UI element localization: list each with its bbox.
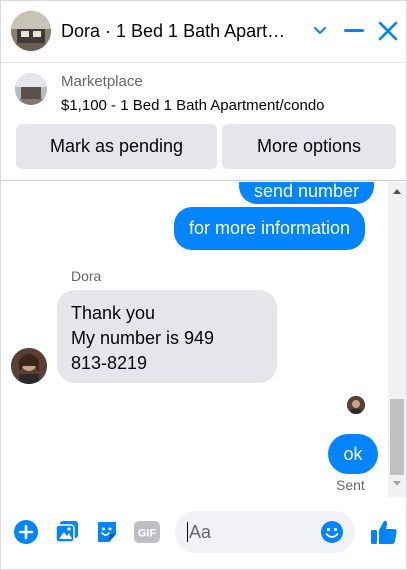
photo-icon[interactable] — [54, 519, 80, 545]
chevron-down-icon[interactable] — [306, 17, 334, 45]
message-line: 813-8219 — [71, 353, 148, 373]
message-status: Sent — [336, 477, 365, 493]
sender-name: Dora — [71, 268, 102, 284]
minimize-icon[interactable] — [340, 17, 368, 45]
outgoing-message[interactable]: send number — [239, 182, 375, 204]
message-thread: send number for more information Dora Th… — [1, 182, 406, 497]
message-input-placeholder: Aa — [187, 522, 212, 542]
plus-circle-icon[interactable] — [13, 519, 39, 545]
message-input[interactable]: Aa — [175, 511, 355, 553]
composer: GIF Aa — [1, 499, 406, 569]
incoming-message[interactable]: Thank you My number is 949 813-8219 — [57, 290, 277, 383]
contact-avatar[interactable] — [11, 11, 51, 51]
sender-avatar[interactable] — [11, 348, 47, 384]
listing-thumbnail[interactable] — [15, 73, 47, 105]
scroll-down-arrow-icon[interactable] — [393, 481, 401, 486]
marketplace-label: Marketplace — [61, 73, 143, 90]
scroll-thumb[interactable] — [390, 399, 404, 475]
chat-header: Dora · 1 Bed 1 Bath Apart… — [1, 1, 406, 63]
thumbs-up-icon[interactable] — [369, 517, 399, 547]
outgoing-message[interactable]: for more information — [174, 207, 366, 250]
message-line: My number is 949 — [71, 328, 215, 348]
chat-window: Dora · 1 Bed 1 Bath Apart… Marketplace $… — [0, 0, 407, 570]
more-options-button[interactable]: More options — [222, 124, 396, 169]
scroll-up-arrow-icon[interactable] — [393, 189, 401, 194]
emoji-icon[interactable] — [320, 520, 344, 544]
listing-title[interactable]: $1,100 - 1 Bed 1 Bath Apartment/condo — [61, 97, 325, 114]
marketplace-banner: Marketplace $1,100 - 1 Bed 1 Bath Apartm… — [1, 63, 406, 181]
read-receipt-avatar — [347, 396, 365, 414]
sticker-icon[interactable] — [94, 519, 120, 545]
svg-text:GIF: GIF — [138, 528, 157, 540]
close-icon[interactable] — [374, 17, 402, 45]
outgoing-message[interactable]: ok — [328, 434, 378, 474]
gif-icon[interactable]: GIF — [134, 519, 160, 545]
message-line: Thank you — [71, 303, 156, 323]
mark-as-pending-button[interactable]: Mark as pending — [16, 124, 217, 169]
chat-title[interactable]: Dora · 1 Bed 1 Bath Apart… — [61, 21, 293, 42]
thread-scrollbar[interactable] — [388, 182, 406, 497]
